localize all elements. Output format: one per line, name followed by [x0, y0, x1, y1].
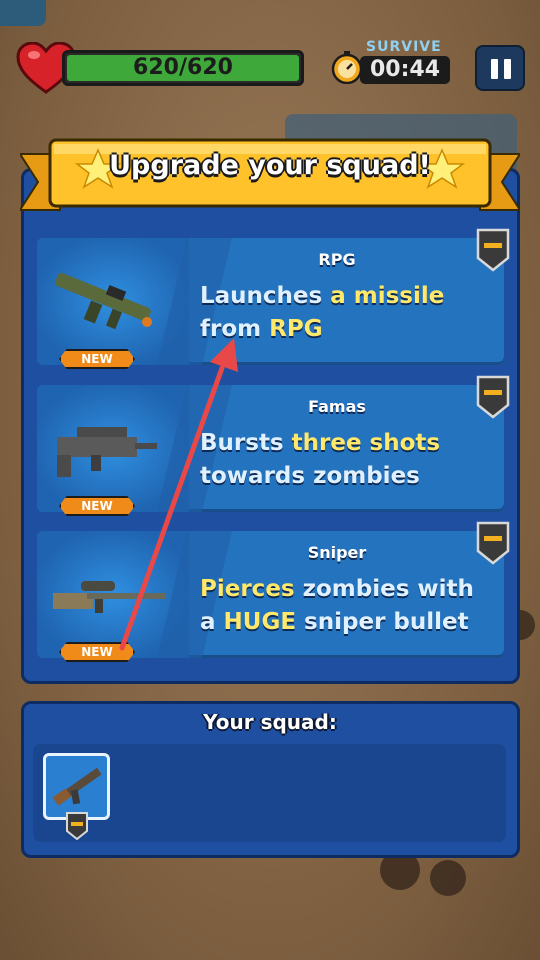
- stopwatch-icon: [331, 51, 363, 84]
- squad-title: Your squad:: [203, 710, 337, 734]
- weapon-name: RPG: [318, 250, 356, 269]
- weapon-name: Sniper: [307, 543, 367, 562]
- weapon-description: Launches a missile from RPG: [200, 280, 490, 346]
- desc-highlight: RPG: [269, 316, 323, 342]
- desc-highlight: three shots: [291, 430, 441, 456]
- new-badge: NEW: [59, 496, 135, 516]
- new-badge: NEW: [59, 349, 135, 369]
- rank-shield-icon: [66, 812, 88, 840]
- weapon-description: Pierces zombies with a HUGE sniper bulle…: [200, 573, 490, 639]
- rank-shield-icon: [476, 228, 510, 272]
- survive-label: SURVIVE: [366, 39, 442, 55]
- top-left-tab: [0, 0, 46, 26]
- upgrade-card-sniper[interactable]: NEW Sniper Pierces zombies with a HUGE s…: [37, 521, 510, 662]
- upgrade-card-rpg[interactable]: NEW RPG Launches a missile from RPG: [37, 228, 510, 369]
- rank-shield-icon: [476, 375, 510, 419]
- desc-part: sniper bullet: [296, 609, 469, 635]
- new-badge: NEW: [59, 642, 135, 662]
- pause-icon: [491, 59, 498, 79]
- weapon-description: Bursts three shots towards zombies: [200, 427, 490, 493]
- upgrade-card-famas[interactable]: NEW Famas Bursts three shots towards zom…: [37, 375, 510, 516]
- weapon-name: Famas: [308, 397, 366, 416]
- zombie-silhouette: [430, 860, 466, 896]
- rpg-icon: [55, 272, 152, 330]
- sniper-icon: [53, 581, 165, 613]
- health-text: 620/620: [133, 55, 233, 80]
- rank-shield-icon: [476, 521, 510, 565]
- desc-part: towards zombies: [200, 463, 420, 489]
- pause-button[interactable]: [475, 45, 525, 91]
- ak-rifle-icon: [52, 767, 102, 806]
- desc-highlight: Pierces: [200, 576, 295, 602]
- famas-icon: [57, 427, 157, 477]
- desc-part: Bursts: [200, 430, 292, 456]
- pause-icon-bar: [504, 59, 511, 79]
- desc-part: Launches: [200, 283, 331, 309]
- desc-part: from: [200, 316, 270, 342]
- upgrade-title: Upgrade your squad!: [109, 150, 431, 181]
- desc-highlight: HUGE: [223, 609, 297, 635]
- timer-display: 00:44: [360, 56, 450, 84]
- desc-highlight: a missile: [330, 283, 445, 309]
- health-bar: 620/620: [62, 50, 304, 86]
- squad-slot[interactable]: [43, 753, 110, 820]
